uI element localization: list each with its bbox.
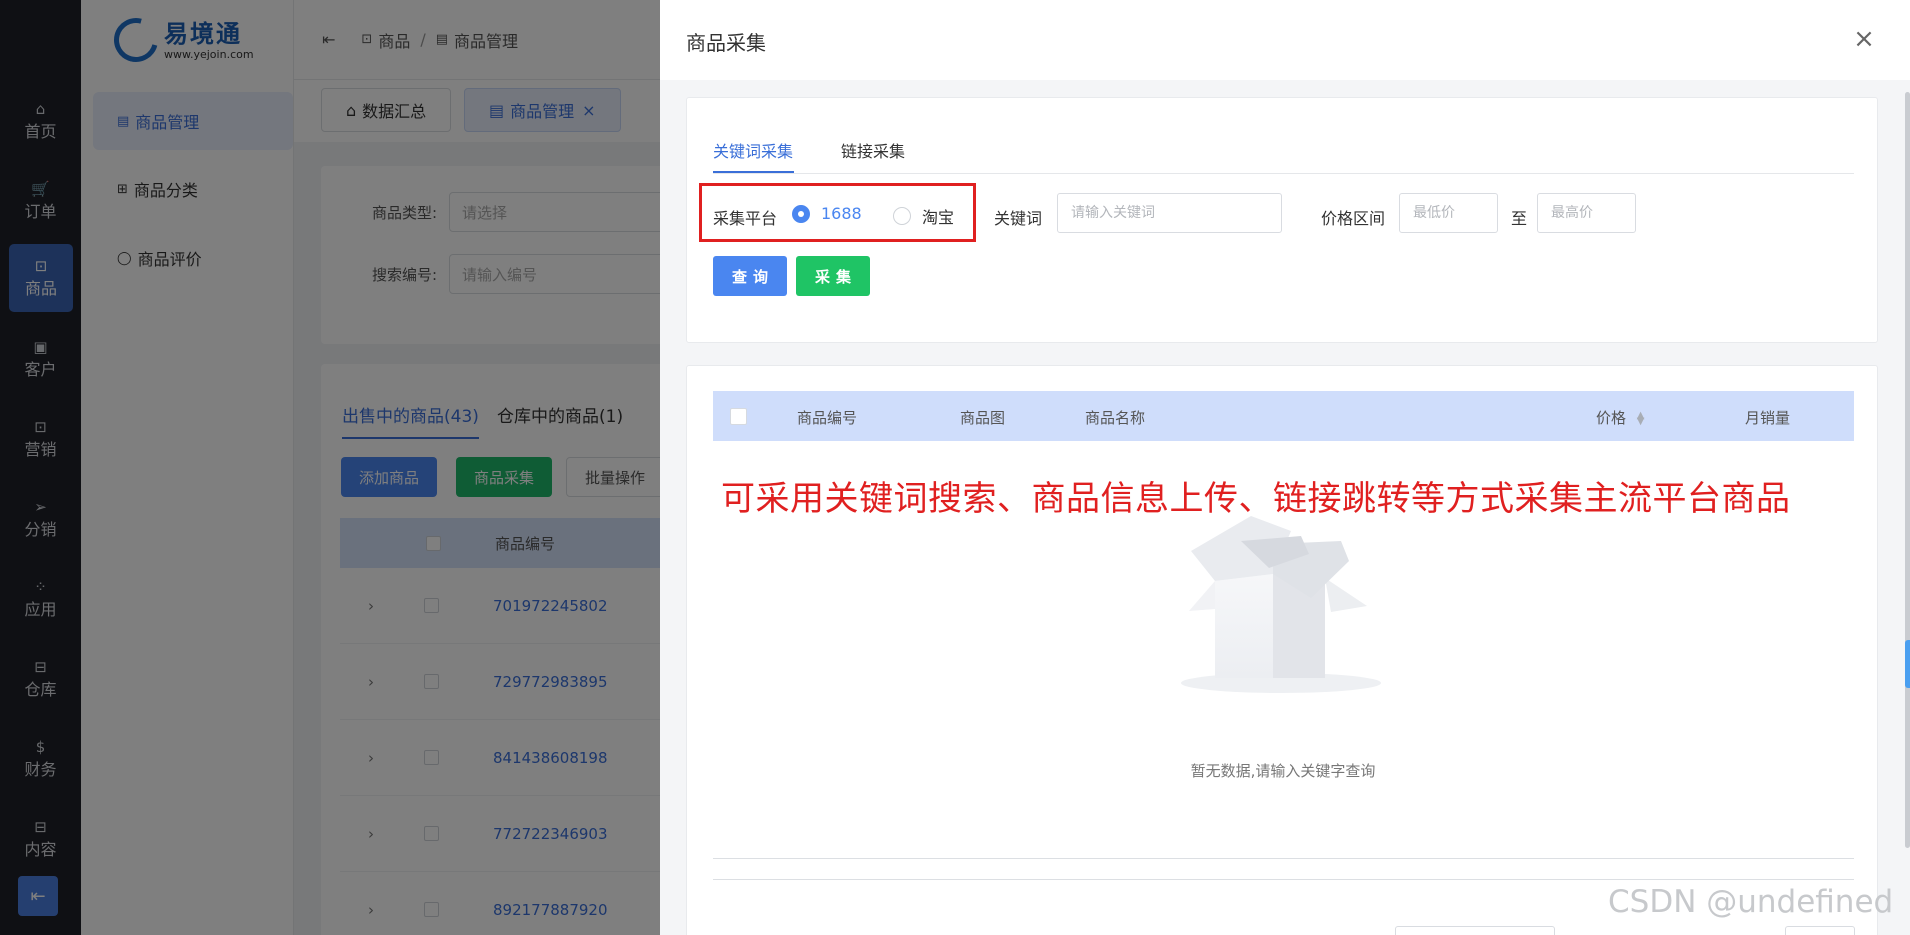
price-to-label: 至 [1511, 209, 1528, 228]
query-button[interactable]: 查询 [713, 256, 787, 296]
empty-box-icon [1181, 516, 1381, 693]
select-all-checkbox[interactable] [730, 408, 747, 425]
divider [713, 879, 1854, 880]
collect-button[interactable]: 采集 [796, 256, 870, 296]
radio-label: 淘宝 [922, 208, 955, 227]
product-collect-drawer: 商品采集 × 关键词采集 链接采集 采集平台 1688 淘宝 关键词 价格区间 … [660, 0, 1910, 935]
page-jump-input[interactable] [1785, 926, 1855, 935]
empty-state-text: 暂无数据,请输入关键字查询 [1190, 762, 1376, 780]
close-drawer-button[interactable]: × [1849, 24, 1879, 54]
drawer-scrollbar[interactable] [1905, 92, 1910, 848]
drawer-title: 商品采集 [686, 31, 766, 55]
side-float-handle[interactable] [1905, 640, 1910, 688]
column-header-price[interactable]: 价格 ▲ ▼ [1596, 407, 1645, 428]
watermark: CSDN @undefined [1608, 884, 1894, 920]
collect-result-panel: 商品编号 商品图 商品名称 价格 ▲ ▼ 月销量 可采用关键词搜索、商品信息上传、… [686, 365, 1878, 935]
close-icon: × [1853, 24, 1875, 54]
column-header-sales: 月销量 [1745, 409, 1791, 427]
price-header-label: 价格 [1596, 409, 1627, 427]
divider [713, 858, 1854, 859]
tab-link-collect[interactable]: 链接采集 [841, 138, 905, 162]
platform-label: 采集平台 [713, 209, 778, 228]
min-price-input[interactable] [1399, 193, 1498, 233]
keyword-label: 关键词 [994, 209, 1043, 228]
page-size-select[interactable] [1395, 926, 1555, 935]
platform-radio-taobao[interactable]: 淘宝 [893, 204, 954, 228]
column-header-image: 商品图 [960, 409, 1006, 427]
tab-keyword-collect[interactable]: 关键词采集 [713, 138, 793, 162]
price-range-label: 价格区间 [1321, 209, 1386, 228]
collect-search-panel: 关键词采集 链接采集 采集平台 1688 淘宝 关键词 价格区间 至 查询 采集 [686, 97, 1878, 343]
drawer-header: 商品采集 × [660, 0, 1910, 80]
radio-dot [893, 207, 911, 225]
active-tab-indicator [713, 171, 794, 173]
max-price-input[interactable] [1537, 193, 1636, 233]
radio-dot [792, 204, 810, 223]
table-header: 商品编号 商品图 商品名称 价格 ▲ ▼ 月销量 [713, 391, 1854, 441]
tab-divider [713, 173, 1854, 174]
column-header-name: 商品名称 [1085, 409, 1146, 427]
keyword-input[interactable] [1057, 193, 1282, 233]
sort-icon: ▲ ▼ [1636, 409, 1645, 427]
column-header-code: 商品编号 [797, 409, 858, 427]
radio-label: 1688 [821, 204, 862, 223]
platform-radio-1688[interactable]: 1688 [792, 204, 862, 223]
